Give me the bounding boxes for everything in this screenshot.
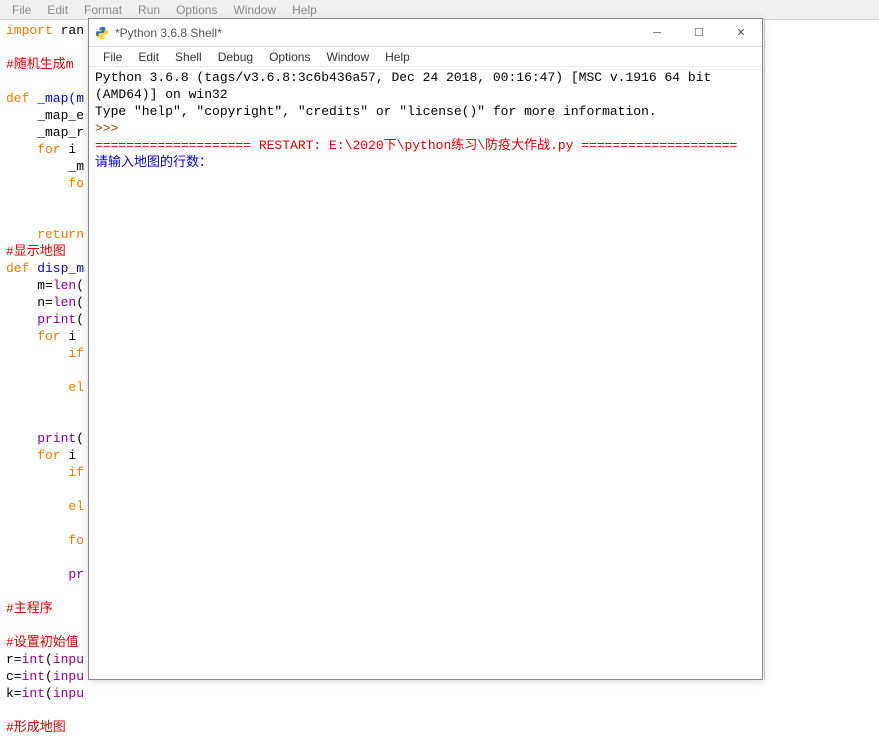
code-text: (: [45, 652, 53, 667]
code-text: _map_r: [6, 125, 84, 140]
builtin-int: int: [22, 669, 45, 684]
keyword-for: for: [6, 329, 61, 344]
code-text: ran: [53, 23, 84, 38]
shell-banner-help: Type "help", "copyright", "credits" or "…: [95, 104, 657, 119]
shell-menu-options[interactable]: Options: [261, 50, 318, 64]
menu-edit[interactable]: Edit: [39, 3, 76, 17]
shell-prompt: >>>: [95, 121, 126, 136]
shell-output-area[interactable]: Python 3.6.8 (tags/v3.6.8:3c6b436a57, De…: [89, 67, 762, 173]
builtin-print: print: [6, 312, 76, 327]
window-controls: ─ ☐ ✕: [636, 19, 762, 47]
keyword-for: for: [6, 142, 61, 157]
keyword-else: el: [6, 499, 84, 514]
maximize-button[interactable]: ☐: [678, 19, 720, 47]
shell-restart-line: ==================== RESTART: E:\2020下\p…: [95, 138, 706, 153]
keyword-for: fo: [6, 533, 84, 548]
comment: #设置初始值: [6, 635, 79, 650]
builtin-input: inpu: [53, 686, 84, 701]
code-text: i: [61, 142, 84, 157]
keyword-for: for: [6, 448, 61, 463]
comment: #形成地图: [6, 720, 66, 735]
code-text: (: [76, 431, 84, 446]
code-text: r=: [6, 652, 22, 667]
builtin-input: inpu: [53, 652, 84, 667]
keyword-if: if: [6, 465, 84, 480]
close-button[interactable]: ✕: [720, 19, 762, 47]
shell-restart-tail: ====: [706, 138, 737, 153]
comment: #随机生成m: [6, 57, 74, 72]
minimize-button[interactable]: ─: [636, 19, 678, 47]
menu-help[interactable]: Help: [284, 3, 325, 17]
shell-menu-debug[interactable]: Debug: [210, 50, 261, 64]
shell-menu-window[interactable]: Window: [318, 50, 377, 64]
builtin-int: int: [22, 652, 45, 667]
menu-format[interactable]: Format: [76, 3, 130, 17]
shell-menu-shell[interactable]: Shell: [167, 50, 210, 64]
code-text: _map_e: [6, 108, 84, 123]
editor-margin-line: [764, 20, 765, 680]
keyword-else: el: [6, 380, 84, 395]
comment: #显示地图: [6, 244, 66, 259]
keyword-if: if: [6, 346, 84, 361]
menu-file[interactable]: File: [4, 3, 39, 17]
shell-titlebar[interactable]: *Python 3.6.8 Shell* ─ ☐ ✕: [89, 19, 762, 47]
menu-run[interactable]: Run: [130, 3, 168, 17]
code-text: i: [61, 448, 84, 463]
shell-menu-file[interactable]: File: [95, 50, 130, 64]
python-icon: [95, 26, 109, 40]
code-text: c=: [6, 669, 22, 684]
code-text: (: [76, 312, 84, 327]
builtin-len: len: [53, 278, 76, 293]
menu-options[interactable]: Options: [168, 3, 225, 17]
keyword-for: fo: [6, 176, 84, 191]
code-text: _m: [6, 159, 84, 174]
builtin-print: pr: [6, 567, 84, 582]
python-shell-window: *Python 3.6.8 Shell* ─ ☐ ✕ File Edit She…: [88, 18, 763, 680]
keyword-return: return: [6, 227, 84, 242]
shell-banner-version: Python 3.6.8 (tags/v3.6.8:3c6b436a57, De…: [95, 70, 719, 102]
code-text: m=: [6, 278, 53, 293]
shell-input-prompt: 请输入地图的行数：: [95, 155, 212, 170]
editor-menubar: File Edit Format Run Options Window Help: [0, 0, 879, 20]
code-text: i: [61, 329, 84, 344]
shell-window-title: *Python 3.6.8 Shell*: [115, 26, 222, 40]
code-text: k=: [6, 686, 22, 701]
keyword-def: def: [6, 261, 29, 276]
func-name: _map(m: [29, 91, 84, 106]
func-name: disp_m: [29, 261, 84, 276]
code-text: (: [76, 295, 84, 310]
builtin-len: len: [53, 295, 76, 310]
code-text: (: [45, 669, 53, 684]
builtin-int: int: [22, 686, 45, 701]
comment: #主程序: [6, 601, 53, 616]
builtin-print: print: [6, 431, 76, 446]
shell-menu-edit[interactable]: Edit: [130, 50, 167, 64]
shell-menu-help[interactable]: Help: [377, 50, 418, 64]
code-text: (: [45, 686, 53, 701]
keyword-import: import: [6, 23, 53, 38]
code-text: n=: [6, 295, 53, 310]
keyword-def: def: [6, 91, 29, 106]
code-text: (: [76, 278, 84, 293]
shell-menubar: File Edit Shell Debug Options Window Hel…: [89, 47, 762, 67]
menu-window[interactable]: Window: [225, 3, 284, 17]
builtin-input: inpu: [53, 669, 84, 684]
